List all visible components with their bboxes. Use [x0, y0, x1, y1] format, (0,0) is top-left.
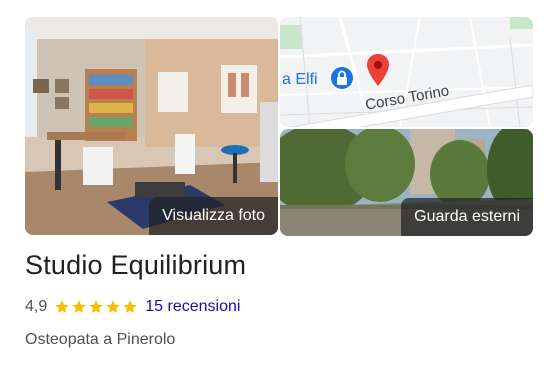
business-name: Studio Equilibrium	[25, 250, 247, 280]
star-icon	[106, 300, 120, 313]
view-exterior-label: Guarda esterni	[414, 208, 520, 225]
rating-row: 4,9 15 recensioni	[25, 296, 240, 318]
star-icon	[55, 300, 69, 313]
star-icon	[89, 300, 103, 313]
map-tile[interactable]: a Elfi Corso Torino	[280, 17, 533, 127]
place-label: a Elfi	[282, 71, 318, 88]
street-view-tile[interactable]: Guarda esterni	[280, 129, 533, 236]
view-photos-button[interactable]: Visualizza foto	[149, 197, 278, 235]
location-pin-icon	[366, 53, 390, 87]
photo-gallery-tile[interactable]: Visualizza foto	[25, 17, 278, 235]
view-exterior-button[interactable]: Guarda esterni	[401, 198, 533, 236]
star-icon	[123, 300, 137, 313]
reviews-link[interactable]: 15 recensioni	[145, 298, 240, 316]
business-category: Osteopata a Pinerolo	[25, 331, 176, 348]
star-rating	[54, 299, 138, 315]
star-icon	[72, 300, 86, 313]
rating-value: 4,9	[25, 298, 48, 315]
lock-place-icon	[329, 65, 355, 91]
view-photos-label: Visualizza foto	[162, 207, 265, 224]
map-image	[280, 17, 533, 127]
